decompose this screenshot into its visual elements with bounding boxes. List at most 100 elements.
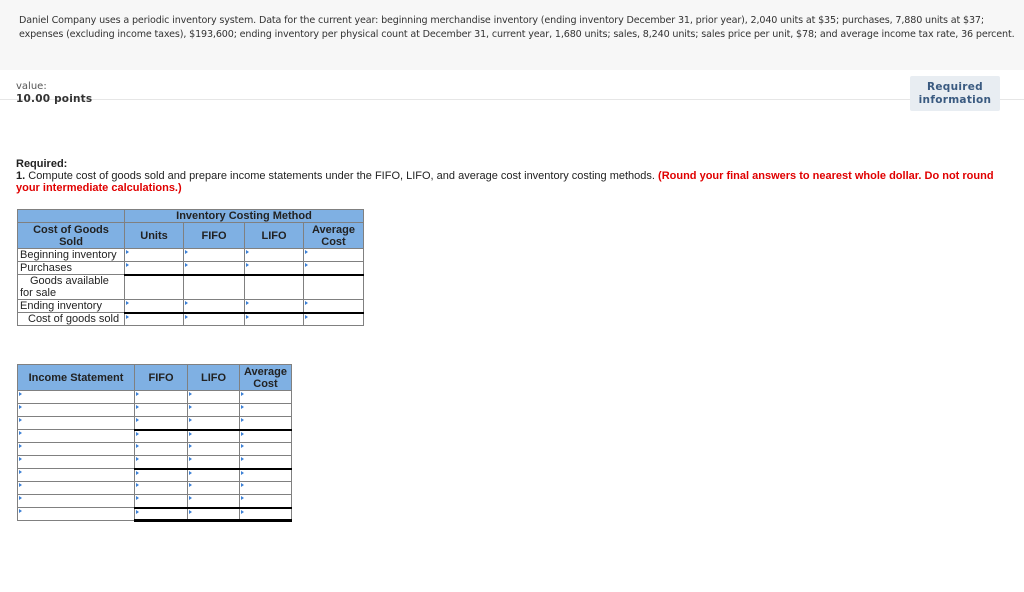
table-row <box>17 442 292 456</box>
table-row: Ending inventory <box>17 299 364 314</box>
value-label: value: <box>16 81 47 92</box>
table-row: Goods available for sale <box>17 274 364 300</box>
income-average-cost-input[interactable] <box>239 494 292 509</box>
income-fifo-input[interactable] <box>134 403 188 417</box>
income-fifo-input[interactable] <box>134 468 188 482</box>
income-line-item-select[interactable] <box>17 468 135 482</box>
income-fifo-input[interactable] <box>134 507 188 522</box>
beginning-inventory-average-cost-input[interactable] <box>303 248 364 262</box>
dropdown-marker-icon <box>19 470 22 474</box>
purchases-lifo-input[interactable] <box>244 261 304 276</box>
table-row <box>17 481 292 495</box>
income-line-item-select[interactable] <box>17 442 135 456</box>
input-marker-icon <box>189 405 192 409</box>
income-average-cost-input[interactable] <box>239 481 292 495</box>
beginning-inventory-lifo-input[interactable] <box>244 248 304 262</box>
input-marker-icon <box>241 431 244 436</box>
required-information-button[interactable]: Required information <box>910 76 1000 111</box>
column-header-average-cost: Average Cost <box>303 222 364 249</box>
table-row <box>17 455 292 470</box>
income-average-cost-input[interactable] <box>239 416 292 431</box>
input-marker-icon <box>241 470 244 475</box>
income-line-item-select[interactable] <box>17 481 135 495</box>
purchases-fifo-input[interactable] <box>183 261 245 276</box>
input-marker-icon <box>136 470 139 475</box>
income-lifo-input[interactable] <box>187 481 240 495</box>
income-lifo-input[interactable] <box>187 442 240 456</box>
input-marker-icon <box>185 314 188 319</box>
cogs-lifo-input[interactable] <box>244 312 304 326</box>
cost-of-goods-sold-table: Inventory Costing Method Cost of Goods S… <box>17 209 364 326</box>
input-marker-icon <box>136 418 139 422</box>
cogs-fifo-input[interactable] <box>183 312 245 326</box>
table-row <box>17 416 292 431</box>
purchases-average-cost-input[interactable] <box>303 261 364 276</box>
income-lifo-input[interactable] <box>187 507 240 522</box>
income-fifo-input[interactable] <box>134 429 188 443</box>
input-marker-icon <box>126 301 129 305</box>
income-lifo-input[interactable] <box>187 403 240 417</box>
income-lifo-input[interactable] <box>187 494 240 509</box>
input-marker-icon <box>246 250 249 254</box>
income-line-item-select[interactable] <box>17 390 135 404</box>
income-average-cost-input[interactable] <box>239 455 292 470</box>
input-marker-icon <box>241 392 244 396</box>
income-lifo-input[interactable] <box>187 468 240 482</box>
input-marker-icon <box>246 314 249 319</box>
income-average-cost-input[interactable] <box>239 390 292 404</box>
goods-available-units-value <box>124 274 184 300</box>
ending-inventory-lifo-input[interactable] <box>244 299 304 314</box>
income-fifo-input[interactable] <box>134 481 188 495</box>
ending-inventory-fifo-input[interactable] <box>183 299 245 314</box>
column-header-units: Units <box>124 222 184 249</box>
column-header-lifo: LIFO <box>244 222 304 249</box>
income-lifo-input[interactable] <box>187 390 240 404</box>
dropdown-marker-icon <box>19 444 22 448</box>
table-row: Cost of goods sold <box>17 312 364 326</box>
income-statement-header: Income Statement <box>17 364 135 391</box>
input-marker-icon <box>189 470 192 475</box>
ending-inventory-units-input[interactable] <box>124 299 184 314</box>
input-marker-icon <box>126 314 129 319</box>
income-fifo-input[interactable] <box>134 455 188 470</box>
input-marker-icon <box>305 301 308 305</box>
beginning-inventory-fifo-input[interactable] <box>183 248 245 262</box>
income-average-cost-input[interactable] <box>239 403 292 417</box>
income-line-item-select[interactable] <box>17 429 135 443</box>
income-line-item-select[interactable] <box>17 494 135 508</box>
cogs-units-input[interactable] <box>124 312 184 326</box>
table-row: Purchases <box>17 261 364 276</box>
goods-available-fifo-value <box>183 274 245 300</box>
problem-text: Daniel Company uses a periodic inventory… <box>19 15 1015 40</box>
input-marker-icon <box>241 457 244 461</box>
income-average-cost-input[interactable] <box>239 442 292 456</box>
beginning-inventory-units-input[interactable] <box>124 248 184 262</box>
input-marker-icon <box>189 444 192 448</box>
cost-of-goods-sold-header: Cost of Goods Sold <box>17 222 125 249</box>
income-line-item-select[interactable] <box>17 403 135 417</box>
cogs-average-cost-input[interactable] <box>303 312 364 326</box>
dropdown-marker-icon <box>19 431 22 435</box>
income-fifo-input[interactable] <box>134 416 188 431</box>
income-line-item-select[interactable] <box>17 507 135 521</box>
dropdown-marker-icon <box>19 418 22 422</box>
row-label-purchases: Purchases <box>17 261 125 275</box>
goods-available-average-cost-value <box>303 274 364 300</box>
income-fifo-input[interactable] <box>134 494 188 509</box>
income-fifo-input[interactable] <box>134 390 188 404</box>
income-lifo-input[interactable] <box>187 455 240 470</box>
input-marker-icon <box>189 483 192 487</box>
dropdown-marker-icon <box>19 457 22 461</box>
income-lifo-input[interactable] <box>187 429 240 443</box>
income-average-cost-input[interactable] <box>239 507 292 522</box>
income-average-cost-input[interactable] <box>239 429 292 443</box>
income-line-item-select[interactable] <box>17 455 135 469</box>
income-lifo-input[interactable] <box>187 416 240 431</box>
income-line-item-select[interactable] <box>17 416 135 430</box>
divider <box>0 99 1024 100</box>
ending-inventory-average-cost-input[interactable] <box>303 299 364 314</box>
income-average-cost-input[interactable] <box>239 468 292 482</box>
table-row <box>17 468 292 482</box>
income-fifo-input[interactable] <box>134 442 188 456</box>
purchases-units-input[interactable] <box>124 261 184 276</box>
